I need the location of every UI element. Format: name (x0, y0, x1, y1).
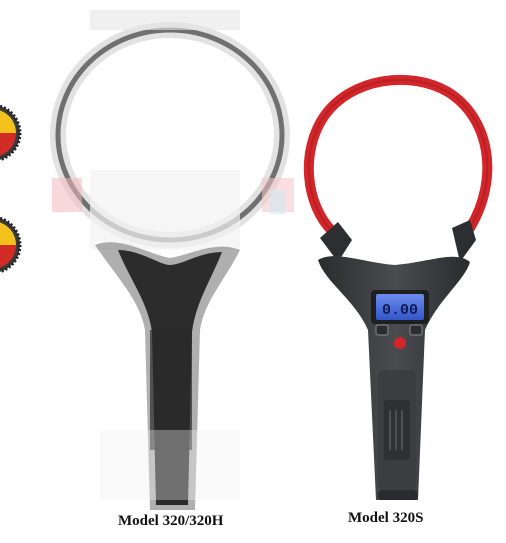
model-320-photo (50, 10, 294, 510)
model-320s-photo: 0.00 (303, 74, 493, 500)
caption-model-320s: Model 320S (348, 510, 424, 526)
power-button-icon (394, 337, 406, 349)
product-photo: 0.00 Model 320/320H Model 320S (0, 0, 506, 538)
certification-badge-top (0, 104, 22, 162)
certification-badge-bottom (0, 216, 22, 274)
lcd-reading: 0.00 (382, 302, 418, 319)
caption-model-320-320h: Model 320/320H (118, 513, 224, 529)
